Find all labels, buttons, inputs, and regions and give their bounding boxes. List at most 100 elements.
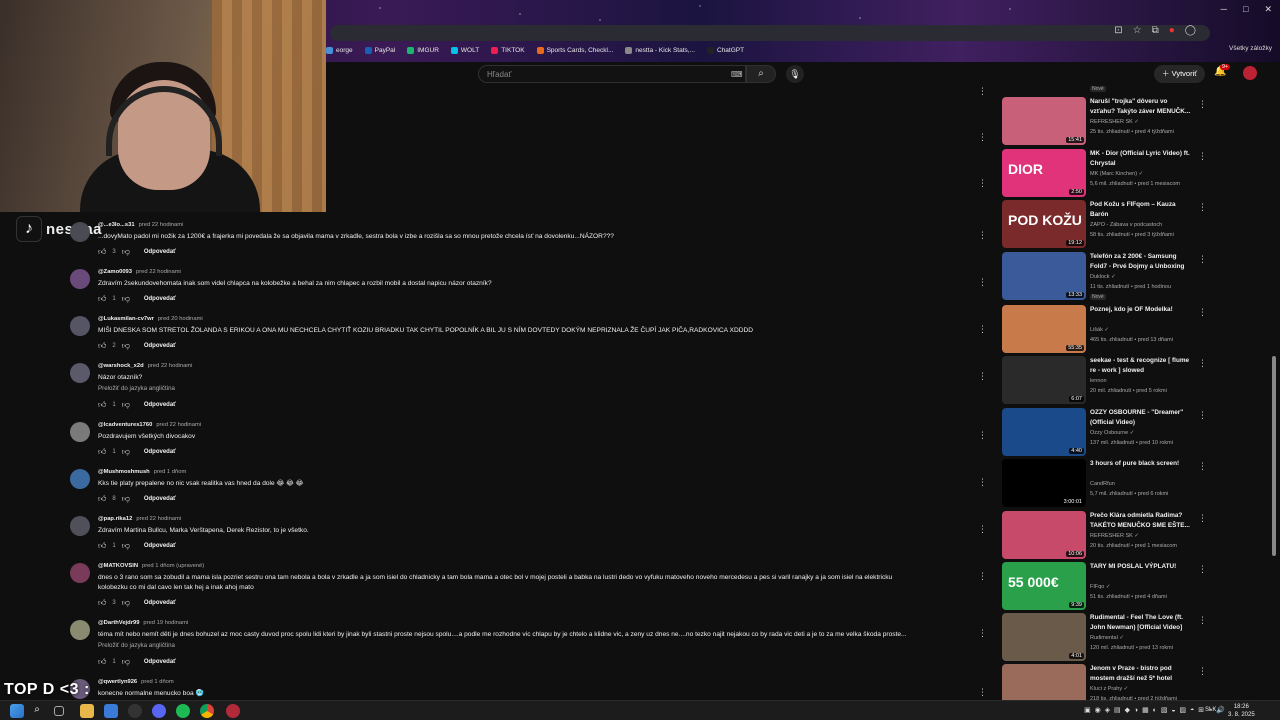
video-menu-icon[interactable]: ⋮ (1198, 254, 1207, 265)
language-indicator[interactable]: SLK (1205, 707, 1216, 713)
comment-author[interactable]: @qwertlyn926 (98, 679, 137, 685)
video-channel[interactable]: Ozzy Osbourne ✓ (1090, 430, 1134, 436)
video-thumbnail[interactable]: 4:01 (1002, 613, 1086, 661)
scrollbar[interactable] (1272, 356, 1276, 556)
video-card[interactable]: 3:00:01 3 hours of pure black screen! Cand… (1002, 459, 1207, 509)
bookmark-item[interactable]: Sports Cards, Checkl... (536, 46, 613, 54)
comment-time[interactable]: pred 22 hodinami (136, 269, 181, 275)
video-card[interactable]: 4:40 OZZY OSBOURNE - "Dreamer" (Official … (1002, 408, 1207, 458)
comment-menu-icon[interactable]: ⋮ (978, 687, 987, 698)
video-card[interactable]: 4:01 Rudimental - Feel The Love (ft. John… (1002, 613, 1207, 663)
video-thumbnail[interactable]: 55 000€ 9:39 (1002, 562, 1086, 610)
like-icon[interactable]: 👍︎ (98, 541, 106, 551)
video-menu-icon[interactable]: ⋮ (1198, 410, 1207, 421)
comment-menu-icon[interactable]: ⋮ (978, 477, 987, 488)
comment-author[interactable]: @Lukasmilan-cv7wr (98, 316, 154, 322)
dislike-icon[interactable]: 👎︎ (122, 598, 130, 608)
avatar[interactable] (70, 222, 90, 242)
video-thumbnail[interactable]: 15:41 (1002, 97, 1086, 145)
comment-menu-icon[interactable]: ⋮ (978, 178, 987, 189)
video-channel[interactable]: CandRfun (1090, 481, 1115, 487)
comment-menu-icon[interactable]: ⋮ (978, 324, 987, 335)
install-icon[interactable]: ⊡ (1114, 25, 1122, 36)
bookmark-item[interactable]: nestta - Kick Stats,... (625, 46, 695, 54)
bookmark-item[interactable]: ChatGPT (707, 46, 744, 54)
comment-author[interactable]: @lcadventures1760 (98, 422, 152, 428)
all-bookmarks-link[interactable]: Všetky záložky (1229, 45, 1272, 52)
video-title[interactable]: Naruší "trojka" dôveru vo vzťahu? Takýto… (1090, 97, 1194, 117)
file-explorer-icon[interactable] (80, 704, 94, 718)
comment-menu-icon[interactable]: ⋮ (978, 132, 987, 143)
obs-icon[interactable] (128, 704, 142, 718)
bookmark-star-icon[interactable]: ☆ (1133, 25, 1142, 36)
like-icon[interactable]: 👍︎ (98, 400, 106, 410)
video-title[interactable]: Pod Kožu s FIFqom – Kauza Barón (1090, 200, 1194, 220)
comment-time[interactable]: pred 1 dňom (154, 469, 187, 475)
video-thumbnail[interactable]: 13:33 (1002, 252, 1086, 300)
profile-icon[interactable]: ◯ (1185, 25, 1196, 36)
avatar[interactable] (1243, 66, 1257, 80)
comment-author[interactable]: @Zamo0093 (98, 269, 132, 275)
video-title[interactable]: 3 hours of pure black screen! (1090, 459, 1194, 469)
avatar[interactable] (70, 516, 90, 536)
video-channel[interactable]: FIFqo ✓ (1090, 584, 1111, 590)
bookmark-item[interactable]: TIKTOK (491, 46, 525, 54)
comment-time[interactable]: pred 22 hodinami (139, 222, 184, 228)
video-channel[interactable]: lennon (1090, 378, 1107, 384)
video-thumbnail[interactable]: 3:00:01 (1002, 459, 1086, 507)
translate-link[interactable]: Preložiť do jazyka angličtina (98, 642, 175, 649)
comment-author[interactable]: @DarthVejdr99 (98, 620, 139, 626)
video-channel[interactable]: Lišák ✓ (1090, 327, 1109, 333)
avatar[interactable] (70, 620, 90, 640)
comment-time[interactable]: pred 22 hodinami (148, 363, 193, 369)
video-card[interactable]: 15:41 Naruší "trojka" dôveru vo vzťahu? T… (1002, 97, 1207, 147)
comment-menu-icon[interactable]: ⋮ (978, 230, 987, 241)
video-card[interactable]: 13:33 Telefón za 2 200€ - Samsung Fold7 -… (1002, 252, 1207, 302)
minimize-icon[interactable]: ─ (1221, 4, 1227, 15)
reply-button[interactable]: Odpovedať (144, 543, 176, 549)
video-thumbnail[interactable]: 4:40 (1002, 408, 1086, 456)
video-title[interactable]: Telefón za 2 200€ - Samsung Fold7 - Prvé… (1090, 252, 1194, 272)
close-icon[interactable]: ✕ (1264, 4, 1272, 15)
video-thumbnail[interactable]: 6:07 (1002, 356, 1086, 404)
video-channel[interactable]: Kluci z Prahy ✓ (1090, 686, 1128, 692)
dislike-icon[interactable]: 👎︎ (122, 247, 130, 257)
search-button[interactable]: ⌕ (746, 65, 776, 83)
like-icon[interactable]: 👍︎ (98, 598, 106, 608)
comment-menu-icon[interactable]: ⋮ (978, 628, 987, 639)
like-icon[interactable]: 👍︎ (98, 247, 106, 257)
reply-button[interactable]: Odpovedať (144, 659, 176, 665)
video-card[interactable]: Nové (1002, 80, 1202, 94)
video-menu-icon[interactable]: ⋮ (1198, 666, 1207, 677)
reply-button[interactable]: Odpovedať (144, 600, 176, 606)
voice-search-button[interactable]: 🎙 (786, 65, 804, 83)
video-channel[interactable]: MK (Marc Kinchen) ✓ (1090, 171, 1143, 177)
dislike-icon[interactable]: 👎︎ (122, 400, 130, 410)
video-card[interactable]: POD KOŽU 19:12 Pod Kožu s FIFqom – Kauza B… (1002, 200, 1207, 250)
reply-button[interactable]: Odpovedať (144, 496, 176, 502)
video-card[interactable]: 55 000€ 9:39 TARY MI POSLAL VÝPLATU! FIFqo … (1002, 562, 1207, 612)
comment-menu-icon[interactable]: ⋮ (978, 524, 987, 535)
search-icon[interactable]: ⌕ (30, 704, 44, 718)
dislike-icon[interactable]: 👎︎ (122, 541, 130, 551)
windows-start-icon[interactable] (10, 704, 24, 718)
comment-menu-icon[interactable]: ⋮ (978, 571, 987, 582)
video-title[interactable]: Rudimental - Feel The Love (ft. John New… (1090, 613, 1194, 633)
video-title[interactable]: Prečo Klára odmietla Radima? TAKÉTO MENU… (1090, 511, 1194, 531)
video-title[interactable]: TARY MI POSLAL VÝPLATU! (1090, 562, 1194, 572)
comment-author[interactable]: @...e3lo...s31 (98, 222, 135, 228)
like-icon[interactable]: 👍︎ (98, 294, 106, 304)
like-icon[interactable]: 👍︎ (98, 494, 106, 504)
video-title[interactable]: Jenom v Praze - bistro pod mostem dražší… (1090, 664, 1194, 684)
video-channel[interactable]: REFRESHER SK ✓ (1090, 119, 1139, 125)
video-menu-icon[interactable]: ⋮ (1198, 513, 1207, 524)
dislike-icon[interactable]: 👎︎ (122, 657, 130, 667)
keyboard-icon[interactable]: ⌨ (731, 70, 743, 79)
comment-time[interactable]: pred 1 dňom (141, 679, 174, 685)
extension-icon[interactable]: ⧉ (1152, 25, 1159, 36)
task-view-icon[interactable] (54, 706, 64, 716)
dislike-icon[interactable]: 👎︎ (122, 494, 130, 504)
video-menu-icon[interactable]: ⋮ (1198, 461, 1207, 472)
comment-menu-icon[interactable]: ⋮ (978, 277, 987, 288)
maximize-icon[interactable]: □ (1243, 4, 1248, 15)
